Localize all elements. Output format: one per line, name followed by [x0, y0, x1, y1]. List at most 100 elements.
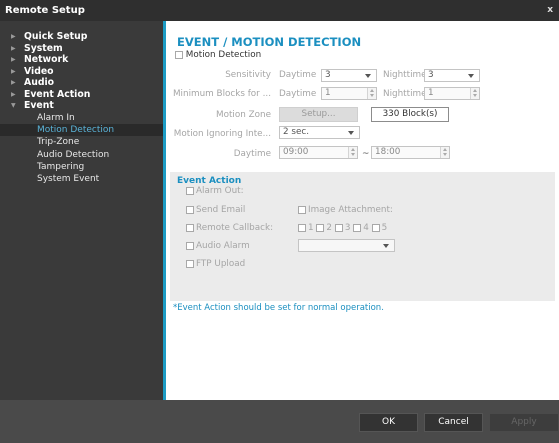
- callback-number-group: 1 2 3 4 5: [298, 223, 387, 233]
- expand-arrow-icon[interactable]: ▶: [11, 31, 16, 43]
- remote-callback-checkbox[interactable]: [186, 223, 194, 232]
- tree-item-quick-setup[interactable]: ▶ Quick Setup: [0, 31, 163, 43]
- tree-item-motion-detection[interactable]: Motion Detection: [0, 123, 163, 137]
- tree-item-event[interactable]: ▼ Event: [0, 100, 163, 112]
- send-email-checkbox[interactable]: [186, 205, 194, 214]
- chevron-down-icon: [468, 74, 474, 78]
- expand-arrow-icon[interactable]: ▶: [11, 66, 16, 78]
- tree-item-audio[interactable]: ▶ Audio: [0, 77, 163, 89]
- spinner-arrows-icon[interactable]: [440, 147, 449, 158]
- callback-3-label: 3: [344, 223, 351, 233]
- sensitivity-nighttime-label: Nighttime: [383, 70, 427, 80]
- sensitivity-label: Sensitivity: [225, 70, 271, 80]
- tree-item-event-action[interactable]: ▶ Event Action: [0, 89, 163, 101]
- daytime-start-value: 09:00: [283, 147, 309, 157]
- motion-detection-checkbox[interactable]: [175, 50, 183, 59]
- remote-callback-label: Remote Callback:: [196, 223, 274, 233]
- spinner-arrows-icon[interactable]: [470, 88, 479, 99]
- ftp-upload-checkbox[interactable]: [186, 259, 194, 268]
- send-email-row: Send Email: [186, 205, 245, 215]
- expand-arrow-icon[interactable]: ▶: [11, 43, 16, 55]
- send-email-label: Send Email: [196, 205, 246, 215]
- sensitivity-daytime-select[interactable]: 3: [321, 69, 377, 82]
- tree-item-system-event[interactable]: System Event: [0, 173, 163, 185]
- window-titlebar: Remote Setup x: [0, 0, 559, 21]
- daytime-range-label: Daytime: [233, 149, 271, 159]
- tree-item-label: Event Action: [24, 88, 91, 100]
- callback-3-checkbox[interactable]: [334, 223, 343, 232]
- min-blocks-daytime-value: 1: [325, 88, 331, 98]
- daytime-end-spinner[interactable]: 18:00: [371, 146, 450, 159]
- min-blocks-nighttime-value: 1: [428, 88, 434, 98]
- motion-zone-blocks-count: 330 Block(s): [371, 107, 449, 122]
- chevron-down-icon: [348, 131, 354, 135]
- min-blocks-label: Minimum Blocks for ...: [172, 89, 271, 99]
- audio-alarm-checkbox[interactable]: [186, 241, 194, 250]
- callback-5-label: 5: [381, 223, 388, 233]
- ok-button[interactable]: OK: [359, 413, 418, 432]
- daytime-start-spinner[interactable]: 09:00: [279, 146, 358, 159]
- callback-5-checkbox[interactable]: [371, 223, 380, 232]
- event-action-note: *Event Action should be set for normal o…: [173, 303, 384, 313]
- tree-item-system[interactable]: ▶ System: [0, 43, 163, 55]
- alarm-out-checkbox[interactable]: [186, 186, 194, 195]
- tree-item-label: Event: [24, 100, 54, 111]
- motion-ignoring-value: 2 sec.: [283, 127, 310, 137]
- audio-alarm-select[interactable]: [298, 239, 395, 252]
- ftp-upload-label: FTP Upload: [196, 259, 246, 269]
- sensitivity-nighttime-select[interactable]: 3: [424, 69, 480, 82]
- motion-detection-row: Motion Detection: [175, 50, 261, 60]
- chevron-down-icon: [365, 74, 371, 78]
- tree-item-network[interactable]: ▶ Network: [0, 54, 163, 66]
- tree-item-label: Quick Setup: [24, 31, 88, 42]
- tree-item-alarm-in[interactable]: Alarm In: [0, 112, 163, 124]
- image-attachment-label: Image Attachment:: [308, 205, 393, 215]
- tree-item-trip-zone[interactable]: Trip-Zone: [0, 136, 163, 148]
- expand-arrow-icon[interactable]: ▶: [11, 77, 16, 89]
- motion-ignoring-label: Motion Ignoring Inte...: [173, 129, 271, 139]
- motion-zone-setup-button[interactable]: Setup...: [279, 107, 358, 122]
- min-blocks-daytime-label: Daytime: [279, 89, 317, 99]
- ftp-upload-row: FTP Upload: [186, 259, 245, 269]
- cancel-button[interactable]: Cancel: [424, 413, 483, 432]
- image-attachment-row: Image Attachment:: [298, 205, 393, 215]
- sensitivity-daytime-label: Daytime: [279, 70, 317, 80]
- motion-zone-label: Motion Zone: [215, 110, 271, 120]
- settings-panel: EVENT / MOTION DETECTION Motion Detectio…: [166, 21, 559, 400]
- remote-callback-row: Remote Callback:: [186, 223, 273, 233]
- daytime-end-value: 18:00: [375, 147, 401, 157]
- collapse-arrow-icon[interactable]: ▼: [11, 100, 16, 112]
- expand-arrow-icon[interactable]: ▶: [11, 54, 16, 66]
- event-action-panel: Event Action Alarm Out: Send Email Image…: [170, 172, 555, 301]
- page-title: EVENT / MOTION DETECTION: [177, 35, 362, 49]
- callback-4-label: 4: [363, 223, 369, 233]
- settings-tree: ▶ Quick Setup ▶ System ▶ Network ▶ Video ▶ Au…: [0, 21, 163, 400]
- motion-detection-label: Motion Detection: [185, 50, 262, 60]
- audio-alarm-row: Audio Alarm: [186, 241, 250, 251]
- tree-item-label: Audio: [24, 77, 55, 88]
- tree-item-label: System: [24, 42, 63, 54]
- sensitivity-daytime-value: 3: [325, 70, 331, 80]
- close-icon[interactable]: x: [547, 0, 553, 21]
- event-action-title: Event Action: [177, 176, 242, 186]
- tree-item-video[interactable]: ▶ Video: [0, 66, 163, 78]
- spinner-arrows-icon[interactable]: [367, 88, 376, 99]
- callback-4-checkbox[interactable]: [353, 223, 362, 232]
- callback-2-checkbox[interactable]: [316, 223, 325, 232]
- tree-item-audio-detection[interactable]: Audio Detection: [0, 149, 163, 161]
- motion-ignoring-select[interactable]: 2 sec.: [279, 126, 360, 139]
- audio-alarm-label: Audio Alarm: [196, 241, 250, 251]
- tree-item-tampering[interactable]: Tampering: [0, 161, 163, 173]
- min-blocks-nighttime-label: Nighttime: [383, 89, 427, 99]
- min-blocks-nighttime-spinner[interactable]: 1: [424, 87, 480, 100]
- spinner-arrows-icon[interactable]: [348, 147, 357, 158]
- apply-button[interactable]: Apply: [489, 413, 559, 432]
- min-blocks-daytime-spinner[interactable]: 1: [321, 87, 377, 100]
- callback-1-checkbox[interactable]: [298, 223, 306, 232]
- alarm-out-row: Alarm Out:: [186, 186, 244, 196]
- image-attachment-checkbox[interactable]: [298, 205, 306, 214]
- tree-item-label: Network: [24, 54, 69, 65]
- window-title: Remote Setup: [5, 5, 85, 16]
- expand-arrow-icon[interactable]: ▶: [11, 89, 16, 101]
- alarm-out-label: Alarm Out:: [196, 186, 244, 196]
